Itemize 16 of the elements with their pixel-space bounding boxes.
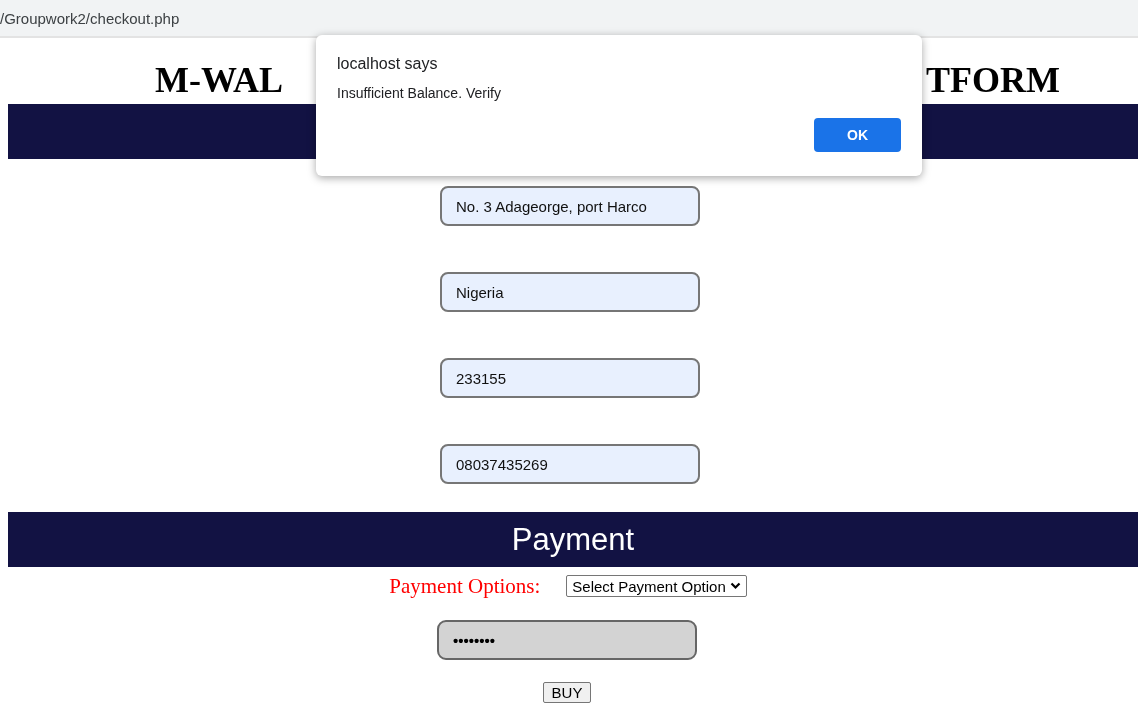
buy-button[interactable]: BUY [542, 682, 592, 703]
page-title: M-WAL [155, 60, 283, 102]
page-title: TFORM [926, 60, 1060, 102]
dialog-title: localhost says [337, 55, 439, 73]
dialog-message: Insufficient Balance. Verify [337, 85, 502, 101]
input-field[interactable]: 233155 [440, 358, 700, 398]
ok-button[interactable]: OK [814, 118, 901, 152]
input-field[interactable]: Nigeria [440, 272, 700, 312]
payment-select[interactable]: Select Payment Option [566, 575, 747, 597]
chevron-icon [729, 582, 741, 590]
section-heading: Payment [511, 521, 635, 558]
input-field[interactable]: 08037435269 [440, 444, 700, 484]
input-field[interactable]: No. 3 Adageorge, port Harco [440, 186, 700, 226]
url-text[interactable]: /Groupwork2/checkout.php [0, 0, 180, 27]
field-label: Payment Options: [389, 573, 541, 599]
password-field[interactable]: •••••••• [437, 620, 697, 660]
